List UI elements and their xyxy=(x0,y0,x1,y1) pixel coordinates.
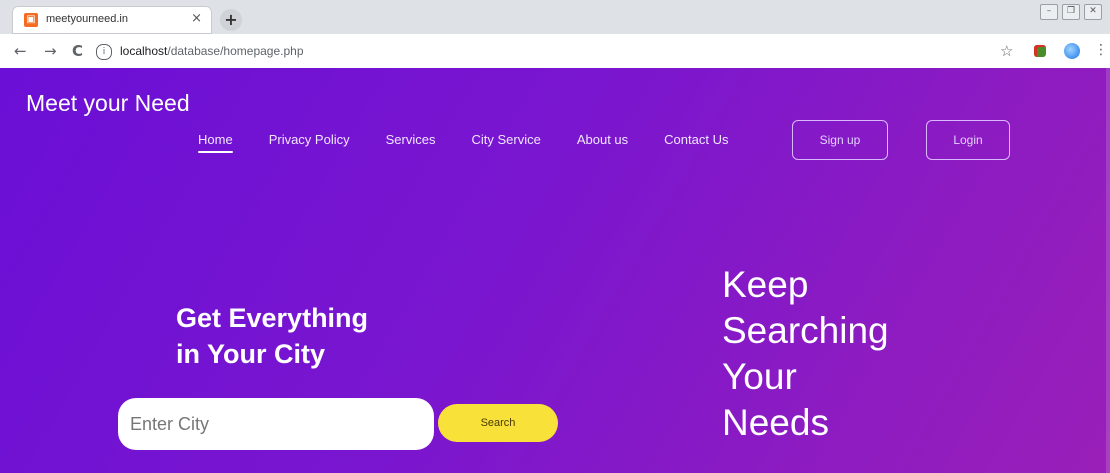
main-nav: Home Privacy Policy Services City Servic… xyxy=(198,132,764,153)
nav-privacy-policy[interactable]: Privacy Policy xyxy=(269,132,350,153)
url-host: localhost xyxy=(120,44,168,58)
tagline-line: Searching xyxy=(722,310,889,351)
browser-window: ▣ meetyourneed.in × + – ❐ ✕ ← → C i local… xyxy=(0,0,1110,473)
nav-contact-us[interactable]: Contact Us xyxy=(664,132,728,153)
forward-icon[interactable]: → xyxy=(44,42,57,60)
browser-toolbar: ← → C i localhost/database/homepage.php ☆… xyxy=(0,34,1110,69)
page-scrollbar[interactable] xyxy=(1106,68,1110,473)
hero-headline-line1: Get Everything xyxy=(176,303,369,333)
browser-tab[interactable]: ▣ meetyourneed.in × xyxy=(12,6,212,34)
nav-services[interactable]: Services xyxy=(386,132,436,153)
address-bar[interactable]: i localhost/database/homepage.php xyxy=(96,40,976,62)
tab-title: meetyourneed.in xyxy=(46,13,128,25)
bookmark-star-icon[interactable]: ☆ xyxy=(1000,42,1013,60)
restore-icon[interactable]: ❐ xyxy=(1062,4,1080,20)
login-button[interactable]: Login xyxy=(926,120,1010,160)
tagline-line: Keep xyxy=(722,264,809,305)
extension-icon[interactable] xyxy=(1034,45,1046,57)
minimize-icon[interactable]: – xyxy=(1040,4,1058,20)
url-path: /database/homepage.php xyxy=(167,44,304,58)
site-brand[interactable]: Meet your Need xyxy=(26,90,190,117)
new-tab-button[interactable]: + xyxy=(220,9,242,31)
site-favicon-icon: ▣ xyxy=(24,13,38,27)
hero-headline: Get Everything in Your City xyxy=(176,300,368,372)
nav-city-service[interactable]: City Service xyxy=(471,132,540,153)
hero-tagline: Keep Searching Your Needs xyxy=(722,262,889,446)
homepage: Meet your Need Home Privacy Policy Servi… xyxy=(0,68,1110,473)
signup-button[interactable]: Sign up xyxy=(792,120,888,160)
reload-icon[interactable]: C xyxy=(72,42,83,60)
nav-about-us[interactable]: About us xyxy=(577,132,628,153)
tagline-line: Your xyxy=(722,356,797,397)
info-icon[interactable]: i xyxy=(96,43,112,60)
browser-menu-icon[interactable]: ⋮ xyxy=(1094,42,1108,58)
hero-headline-line2: in Your City xyxy=(176,339,326,369)
city-search-input[interactable] xyxy=(118,398,434,450)
close-window-icon[interactable]: ✕ xyxy=(1084,4,1102,20)
tab-strip: ▣ meetyourneed.in × + – ❐ ✕ xyxy=(0,0,1110,34)
tagline-line: Needs xyxy=(722,402,829,443)
close-tab-icon[interactable]: × xyxy=(191,11,202,26)
back-icon[interactable]: ← xyxy=(14,42,27,60)
profile-globe-icon[interactable] xyxy=(1064,43,1080,59)
window-controls: – ❐ ✕ xyxy=(1040,4,1102,20)
nav-home[interactable]: Home xyxy=(198,132,233,153)
search-button[interactable]: Search xyxy=(438,404,558,442)
